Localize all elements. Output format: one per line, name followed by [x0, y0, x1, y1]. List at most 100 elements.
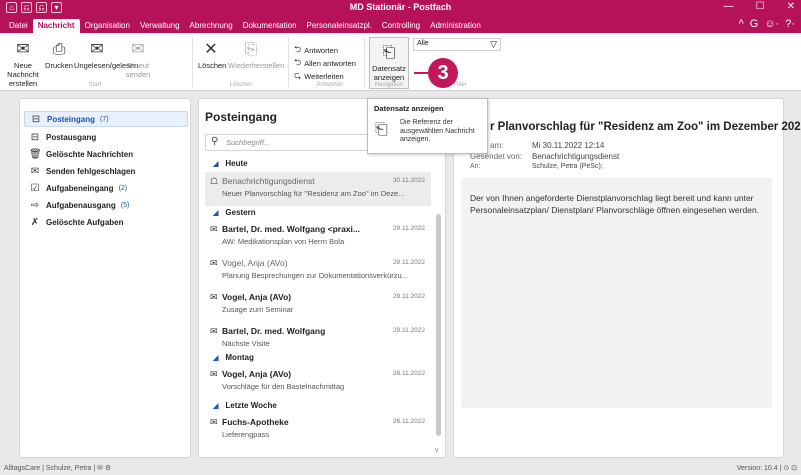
tooltip-text: Die Referenz der ausgewählten Nachricht …	[400, 119, 475, 143]
restore-icon: ⎘	[244, 41, 258, 58]
scroll-down-icon[interactable]: v	[435, 447, 439, 454]
show-record-label: Datensatz anzeigen	[372, 64, 406, 82]
message-subject: Planung Besprechungen zur Dokumentations…	[222, 271, 408, 280]
tooltip-show-record: Datensatz anzeigen ⎗ Die Referenz der au…	[367, 98, 488, 154]
sidebar-item-postausgang[interactable]: ⊟ Postausgang	[24, 129, 188, 145]
maximize-button[interactable]: ☐	[756, 1, 765, 12]
menu-bar: Datei Nachricht Organisation Verwaltung …	[0, 17, 801, 33]
list-item[interactable]: ✉ Vogel, Anja (AVo) 29.11.2022 Planung B…	[205, 254, 431, 288]
message-date: 29.11.2022	[392, 225, 425, 232]
message-sender: Vogel, Anja (AVo)	[222, 258, 288, 268]
new-message-button[interactable]: ✉ Neue Nachricht erstellen	[2, 41, 44, 88]
refresh-icon[interactable]: G	[750, 18, 759, 30]
message-sender: Benachrichtigungsdienst	[222, 176, 315, 186]
list-item[interactable]: ✉ Bartel, Dr. med. Wolfgang 29.11.2022 N…	[205, 322, 431, 356]
message-date: 29.11.2022	[392, 327, 425, 334]
sidebar-item-label: Gelöschte Aufgaben	[46, 217, 124, 227]
tab-verwaltung[interactable]: Verwaltung	[135, 21, 185, 33]
meta-to-label: An:	[470, 163, 481, 170]
tab-administration[interactable]: Administration	[425, 21, 486, 33]
sidebar-item-posteingang[interactable]: ⊟ Posteingang (7)	[24, 111, 188, 127]
minimize-button[interactable]: —	[724, 1, 734, 12]
collapse-ribbon-icon[interactable]: ^	[739, 18, 744, 30]
reply-label: Antworten	[304, 45, 338, 55]
title-bar: ⌂ ⎌ ⎌ ▾ MD Stationär - Postfach — ☐ ✕	[0, 0, 801, 17]
status-right: Version: 10.4 | ⊙ ⊡	[736, 465, 797, 472]
restore-button[interactable]: ⎘ Wiederherstellen	[228, 41, 284, 70]
step-badge: 3	[428, 58, 458, 88]
group-header-montag[interactable]: ◢ Montag	[213, 353, 254, 362]
close-button[interactable]: ✕	[787, 1, 795, 12]
document-link-icon: ⎗	[375, 121, 388, 138]
group-label: Letzte Woche	[225, 401, 277, 410]
group-header-gestern[interactable]: ◢ Gestern	[213, 208, 256, 217]
group-label-delete: Löschen	[229, 82, 253, 88]
filter-select[interactable]: Alle ▽	[413, 38, 501, 51]
sidebar-item-label: Posteingang	[47, 114, 96, 124]
collapse-caret-icon: ◢	[213, 160, 219, 168]
unread-read-button[interactable]: ✉ Ungelesen/gelesen	[74, 41, 138, 70]
group-label: Heute	[225, 159, 248, 168]
tab-controlling[interactable]: Controlling	[377, 21, 425, 33]
send-failed-icon: ✉	[30, 165, 40, 177]
meta-to: An: Schulze, Petra (PeSc);	[470, 163, 603, 170]
resend-button[interactable]: ✉ Erneut senden	[122, 41, 154, 79]
show-record-button[interactable]: ⎗ Datensatz anzeigen	[369, 44, 409, 82]
resend-label: Erneut senden	[125, 61, 151, 79]
new-message-label: Neue Nachricht erstellen	[7, 61, 39, 88]
tab-datei[interactable]: Datei	[4, 21, 33, 33]
message-subject: Nächste Visite	[222, 339, 270, 348]
sidebar-item-count: (7)	[100, 115, 109, 123]
group-label-navigation: Navigation	[374, 82, 404, 88]
list-item[interactable]: ✉ Vogel, Anja (AVo) 29.11.2022 Zusage zu…	[205, 288, 431, 322]
sidebar-item-geloeschte-aufgaben[interactable]: ✗ Gelöschte Aufgaben	[24, 214, 188, 230]
list-scrollbar[interactable]: ^ v	[435, 149, 442, 454]
delete-label: Löschen	[198, 61, 227, 70]
group-header-letzte-woche[interactable]: ◢ Letzte Woche	[213, 401, 277, 410]
tab-dokumentation[interactable]: Dokumentation	[238, 21, 302, 33]
message-date: 26.11.2022	[392, 418, 425, 425]
envelope-icon: ✉	[210, 258, 218, 268]
delete-button[interactable]: ✕ Löschen	[198, 41, 227, 70]
help-icon[interactable]: ?·	[785, 18, 795, 30]
collapse-caret-icon: ◢	[213, 354, 219, 362]
sidebar-item-aufgabenausgang[interactable]: ⇨ Aufgabenausgang (5)	[24, 197, 188, 213]
message-date: 29.11.2022	[392, 259, 425, 266]
inbox-icon: ⊟	[31, 113, 41, 125]
message-date: 29.11.2022	[392, 293, 425, 300]
group-separator	[288, 37, 289, 87]
list-item[interactable]: ✉ Vogel, Anja (AVo) 28.11.2022 Vorschläg…	[205, 365, 431, 399]
sidebar-item-senden-fehlgeschlagen[interactable]: ✉ Senden fehlgeschlagen	[24, 163, 188, 179]
deleted-tasks-icon: ✗	[30, 216, 40, 228]
sidebar-item-geloeschte-nachrichten[interactable]: 🗑 Gelöschte Nachrichten	[24, 146, 188, 162]
message-sender: Vogel, Anja (AVo)	[222, 292, 292, 302]
delete-x-icon: ✕	[204, 41, 218, 58]
sidebar-item-label: Gelöschte Nachrichten	[46, 149, 134, 159]
list-item[interactable]: ✉ Bartel, Dr. med. Wolfgang <praxi... 29…	[205, 220, 431, 254]
funnel-icon: ▽	[490, 39, 497, 49]
sidebar-item-label: Senden fehlgeschlagen	[46, 166, 136, 176]
outbox-icon: ⊟	[30, 131, 40, 143]
group-separator	[364, 37, 365, 87]
tab-abrechnung[interactable]: Abrechnung	[185, 21, 238, 33]
list-item[interactable]: ☖ Benachrichtigungsdienst 30.11.2022 Neu…	[205, 172, 431, 206]
scroll-thumb[interactable]	[436, 214, 441, 436]
print-button[interactable]: ⎙ Drucken	[44, 41, 74, 70]
tab-personaleinsatzplanung[interactable]: Personaleinsatzpl.	[302, 21, 377, 33]
print-label: Drucken	[45, 61, 73, 70]
group-header-heute[interactable]: ◢ Heute	[213, 159, 248, 168]
sidebar-item-aufgabeneingang[interactable]: ☑ Aufgabeneingang (2)	[24, 180, 188, 196]
group-label-start: Start	[88, 82, 102, 88]
user-icon[interactable]: ☺·	[764, 18, 779, 30]
task-outbox-icon: ⇨	[30, 199, 40, 211]
message-title: r Planvorschlag für "Residenz am Zoo" im…	[490, 121, 801, 133]
search-icon: ⚲	[211, 136, 219, 147]
list-item[interactable]: ✉ Fuchs-Apotheke 26.11.2022 Lieferengpas…	[205, 413, 431, 447]
tab-nachricht[interactable]: Nachricht	[32, 19, 80, 33]
envelope-icon: ✉	[210, 369, 218, 379]
sidebar-item-count: (5)	[120, 201, 130, 209]
folder-panel: ⊟ Posteingang (7) ⊟ Postausgang 🗑 Gelösc…	[19, 98, 191, 458]
window-title: MD Stationär - Postfach	[349, 2, 452, 12]
message-sender: Vogel, Anja (AVo)	[222, 369, 292, 379]
tab-organisation[interactable]: Organisation	[80, 21, 135, 33]
